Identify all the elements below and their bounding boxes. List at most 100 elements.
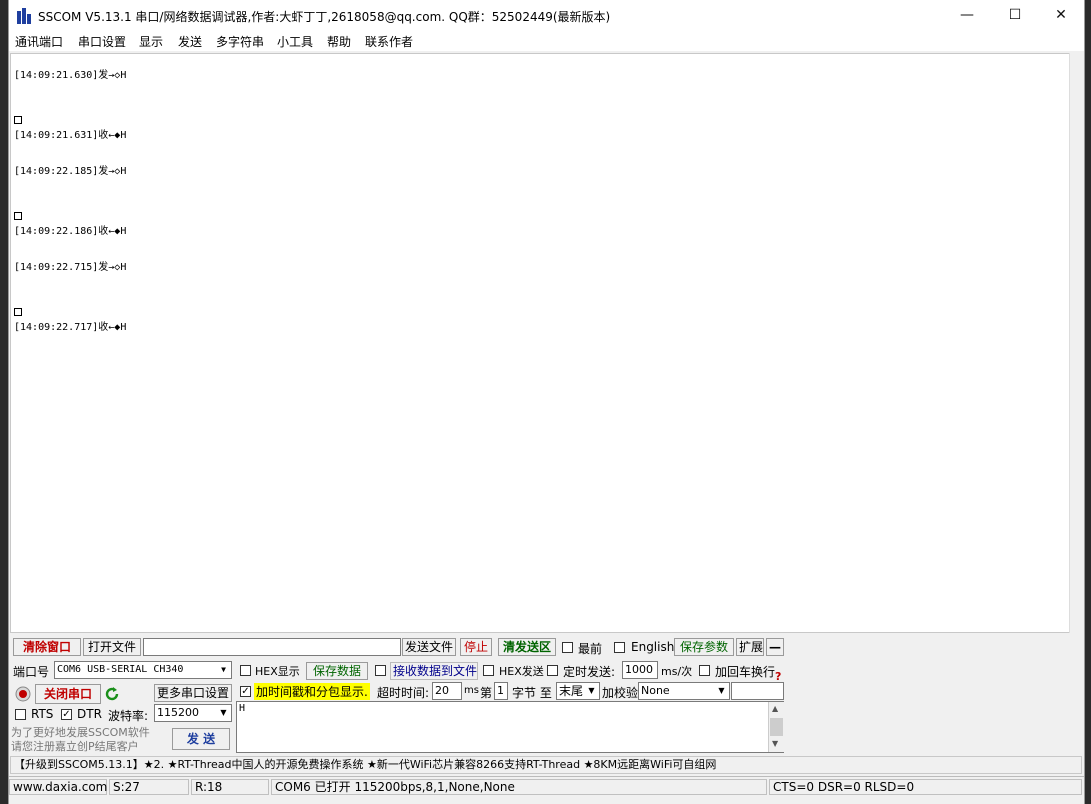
scroll-down-icon[interactable]: ▼ [772,739,778,748]
refresh-icon[interactable] [104,686,120,702]
hex-send-label: HEX发送 [499,665,544,678]
status-website[interactable]: www.daxia.com [9,779,107,795]
close-button[interactable]: ✕ [1038,0,1084,30]
clear-window-button[interactable]: 清除窗口 [13,638,81,656]
scroll-thumb[interactable] [770,718,783,736]
menu-multi-string[interactable]: 多字符串 [216,33,264,50]
status-received-count: R:18 [191,779,269,795]
menu-serial-settings[interactable]: 串口设置 [78,33,126,50]
timeout-unit: ms [464,685,479,696]
status-sent-count: S:27 [109,779,189,795]
checksum-label: 加校验 [602,686,639,700]
recv-to-file-checkbox[interactable] [375,665,386,676]
recv-to-file-button[interactable]: 接收数据到文件 [390,662,478,680]
port-select-value: COM6 USB-SERIAL CH340 [57,664,184,675]
log-marker [14,116,22,124]
status-lines: CTS=0 DSR=0 RLSD=0 [769,779,1082,795]
topmost-checkbox[interactable] [562,642,573,653]
chevron-down-icon: ▼ [217,706,230,720]
interval-unit: ms/次 [661,665,693,678]
stop-button[interactable]: 停止 [460,638,492,656]
hex-send-checkbox[interactable] [483,665,494,676]
send-text-input[interactable]: H [236,701,784,753]
byte-start-input[interactable]: 1 [494,682,508,700]
open-file-button[interactable]: 打开文件 [83,638,141,656]
port-select[interactable]: COM6 USB-SERIAL CH340 ▼ [54,661,232,679]
byte-to-label: 字节 至 [512,686,552,700]
send-text-value: H [239,703,246,714]
timeout-label: 超时时间: [377,686,430,700]
log-line: [14:09:22.186]收←◆H [14,226,127,237]
baud-label: 波特率: [108,709,149,723]
timeout-input[interactable]: 20 [432,682,462,700]
timed-send-label: 定时发送: [563,665,616,679]
collapse-button[interactable]: — [766,638,784,656]
expand-button[interactable]: 扩展 [736,638,764,656]
rts-label: RTS [31,707,54,721]
english-label: English [631,640,675,654]
menu-bar: 通讯端口 串口设置 显示 发送 多字符串 小工具 帮助 联系作者 [9,30,1084,51]
app-icon [17,8,31,24]
menu-help[interactable]: 帮助 [327,33,351,50]
sscom-window: SSCOM V5.13.1 串口/网络数据调试器,作者:大虾丁丁,2618058… [8,0,1085,804]
english-checkbox[interactable] [614,642,625,653]
menu-contact[interactable]: 联系作者 [365,33,413,50]
menu-port[interactable]: 通讯端口 [15,33,63,50]
dtr-checkbox[interactable]: ✓ [61,709,72,720]
menu-tools[interactable]: 小工具 [277,33,313,50]
file-path-input[interactable] [143,638,401,656]
baud-select[interactable]: 115200 ▼ [154,704,232,722]
log-marker [14,308,22,316]
port-label: 端口号 [13,665,50,679]
receive-scrollbar[interactable] [1069,53,1084,633]
chevron-down-icon: ▼ [585,684,598,698]
checksum-result-field [731,682,784,700]
chevron-down-icon: ▼ [217,663,230,677]
window-title: SSCOM V5.13.1 串口/网络数据调试器,作者:大虾丁丁,2618058… [38,10,611,24]
chevron-down-icon: ▼ [715,684,728,698]
log-line: [14:09:22.717]收←◆H [14,322,127,333]
topmost-label: 最前 [578,642,603,656]
receive-area[interactable]: [14:09:21.630]发→◇H [14:09:21.631]收←◆H [1… [10,53,1071,633]
log-line: [14:09:22.715]发→◇H [14,262,127,273]
log-line: [14:09:22.185]发→◇H [14,166,127,177]
log-line: [14:09:21.631]收←◆H [14,130,127,141]
title-bar: SSCOM V5.13.1 串口/网络数据调试器,作者:大虾丁丁,2618058… [9,0,1084,30]
scroll-up-icon[interactable]: ▲ [772,704,778,713]
promo-text: 为了更好地发展SSCOM软件 请您注册嘉立创P结尾客户 [11,726,150,753]
send-button[interactable]: 发 送 [172,728,230,750]
status-bar: www.daxia.com S:27 R:18 COM6 已打开 115200b… [9,776,1084,797]
log-line: [14:09:21.630]发→◇H [14,70,127,81]
log-marker [14,212,22,220]
save-params-button[interactable]: 保存参数 [674,638,734,656]
more-settings-button[interactable]: 更多串口设置 [154,684,232,702]
end-value: 末尾 [559,684,584,698]
send-file-button[interactable]: 发送文件 [402,638,456,656]
baud-value: 115200 [157,706,199,719]
add-crlf-checkbox[interactable] [699,665,710,676]
close-port-button[interactable]: 关闭串口 [35,684,101,704]
menu-display[interactable]: 显示 [139,33,163,50]
hex-display-label: HEX显示 [255,665,300,678]
checksum-value: None [641,684,670,697]
save-data-button[interactable]: 保存数据 [306,662,368,680]
checksum-select[interactable]: None ▼ [638,682,730,700]
rts-checkbox[interactable] [15,709,26,720]
port-status-icon [15,686,31,702]
end-select[interactable]: 末尾 ▼ [556,682,600,700]
nth-label: 第 [480,686,493,700]
status-port-state: COM6 已打开 115200bps,8,1,None,None [271,779,767,795]
timed-send-checkbox[interactable] [547,665,558,676]
hex-display-checkbox[interactable] [240,665,251,676]
send-scrollbar[interactable]: ▲ ▼ [768,702,784,752]
interval-input[interactable]: 1000 [622,661,658,679]
maximize-button[interactable]: ☐ [992,0,1038,30]
timestamp-label: 加时间戳和分包显示. [254,683,370,700]
ad-bar[interactable]: 【升级到SSCOM5.13.1】★2. ★RT-Thread中国人的开源免费操作… [10,756,1082,774]
minimize-button[interactable]: — [944,0,990,30]
menu-send[interactable]: 发送 [178,33,202,50]
dtr-label: DTR [77,707,102,721]
timestamp-checkbox[interactable]: ✓ [240,686,251,697]
add-crlf-label: 加回车换行 [715,665,776,679]
clear-send-area-button[interactable]: 清发送区 [498,638,556,656]
